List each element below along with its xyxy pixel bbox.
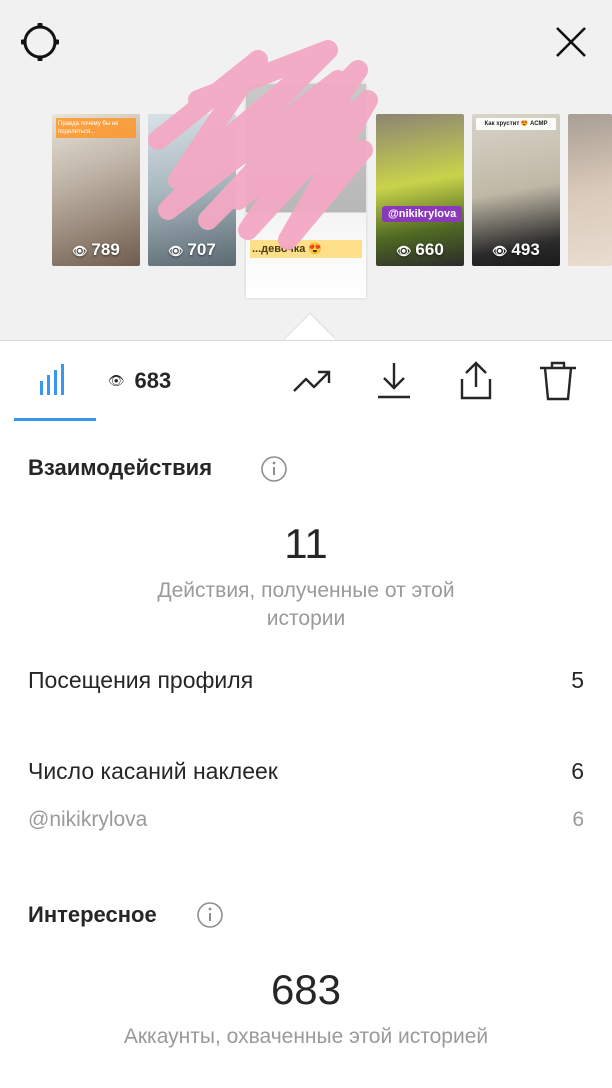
story-thumbnail[interactable]: Как хрустит 😍 АСМР 👁 493 — [472, 114, 560, 266]
story-thumbnail[interactable]: Правда почему бы не поделиться... 👁 789 — [52, 114, 140, 266]
metric-label-sticker-taps: Число касаний наклеек — [28, 758, 278, 784]
gear-icon[interactable] — [18, 20, 62, 64]
sticker-mention-label: @nikikrylova — [28, 808, 148, 831]
eye-icon: 👁 — [492, 244, 508, 258]
story-views: 👁 493 — [492, 240, 540, 259]
eye-icon: 👁 — [108, 373, 125, 388]
story-views: 👁 660 — [396, 240, 444, 259]
views-summary[interactable]: 👁 683 — [108, 365, 171, 397]
sticker-mention-value: 6 — [572, 808, 584, 831]
metric-label-profile-visits: Посещения профиля — [28, 667, 254, 693]
section-title-discovery: Интересное — [28, 902, 157, 927]
trash-icon[interactable] — [536, 359, 580, 403]
interactions-caption: Действия, полученные от этой истории — [157, 579, 455, 630]
story-thumbnail[interactable] — [568, 114, 612, 266]
story-thumbnail[interactable]: @nikikrylova 👁 660 — [376, 114, 464, 266]
share-icon[interactable] — [454, 359, 498, 403]
download-icon[interactable] — [372, 359, 416, 403]
section-title-interactions: Взаимодействия — [28, 455, 213, 480]
bar-chart-icon[interactable] — [18, 361, 94, 401]
discovery-caption: Аккаунты, охваченные этой историей — [123, 1025, 489, 1048]
views-count: 683 — [134, 368, 172, 393]
trending-up-icon[interactable] — [290, 359, 334, 403]
story-toolbar: 👁 683 — [0, 341, 612, 421]
active-tab-indicator — [14, 418, 96, 421]
story-carousel-area: Правда почему бы не поделиться... 👁 789 👁… — [0, 0, 612, 364]
close-icon[interactable] — [551, 22, 591, 62]
info-icon[interactable] — [260, 455, 288, 483]
discovery-total: 683 — [270, 966, 342, 1013]
metric-value-sticker-taps: 6 — [571, 758, 584, 784]
story-views: 👁 789 — [72, 240, 120, 259]
redaction-scribble — [148, 40, 378, 250]
story-caption: Как хрустит 😍 АСМР — [476, 118, 556, 130]
mention-sticker: @nikikrylova — [382, 206, 463, 222]
info-icon[interactable] — [196, 901, 224, 929]
interactions-total: 11 — [284, 520, 328, 567]
story-caption: Правда почему бы не поделиться... — [56, 118, 136, 138]
metric-value-profile-visits: 5 — [571, 667, 584, 693]
eye-icon: 👁 — [72, 244, 88, 258]
eye-icon: 👁 — [396, 244, 412, 258]
